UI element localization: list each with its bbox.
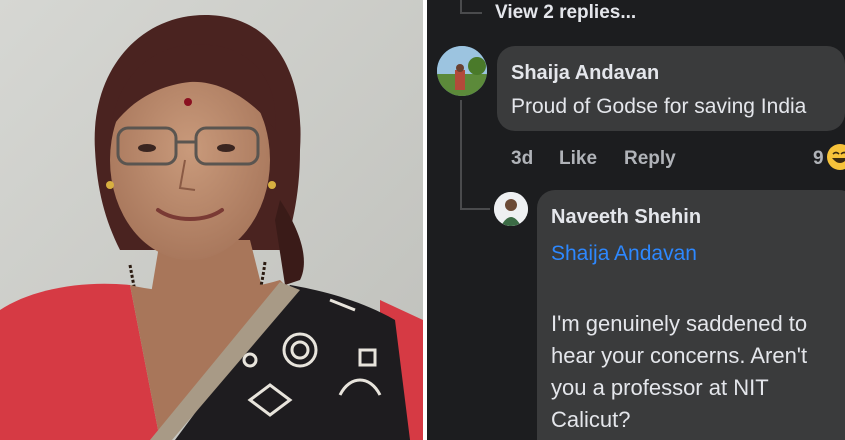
comment-text: Proud of Godse for saving India [511,95,807,118]
view-replies-link[interactable]: View 2 replies... [495,2,636,24]
comment-author[interactable]: Shaija Andavan [511,62,659,85]
comment-time: 3d [511,148,534,169]
mention-link[interactable]: Shaija Andavan [551,242,697,266]
reply-author[interactable]: Naveeth Shehin [551,206,701,229]
avatar[interactable] [494,192,528,226]
laughing-emoji-icon[interactable] [827,144,845,170]
comment-thread: View 2 replies... Shaija Andavan Proud o… [427,0,845,440]
thread-line-top-curve [460,12,482,14]
portrait-illustration [0,0,423,440]
reply-button[interactable]: Reply [624,148,676,170]
reply-text-line: hear your concerns. Aren't [551,343,808,368]
reply-text: I'm genuinely saddened to hear your conc… [551,308,807,436]
profile-photo [0,0,423,440]
thread-line-reply-branch [460,208,490,210]
like-button[interactable]: Like [559,148,597,170]
reply-text-line: I'm genuinely saddened to [551,311,808,336]
avatar[interactable] [437,46,487,96]
reaction-count[interactable]: 9 [813,148,824,170]
reply-text-line: Calicut? [551,407,631,432]
reply-text-line: you a professor at NIT [551,375,769,400]
thread-line-reply [460,100,462,210]
